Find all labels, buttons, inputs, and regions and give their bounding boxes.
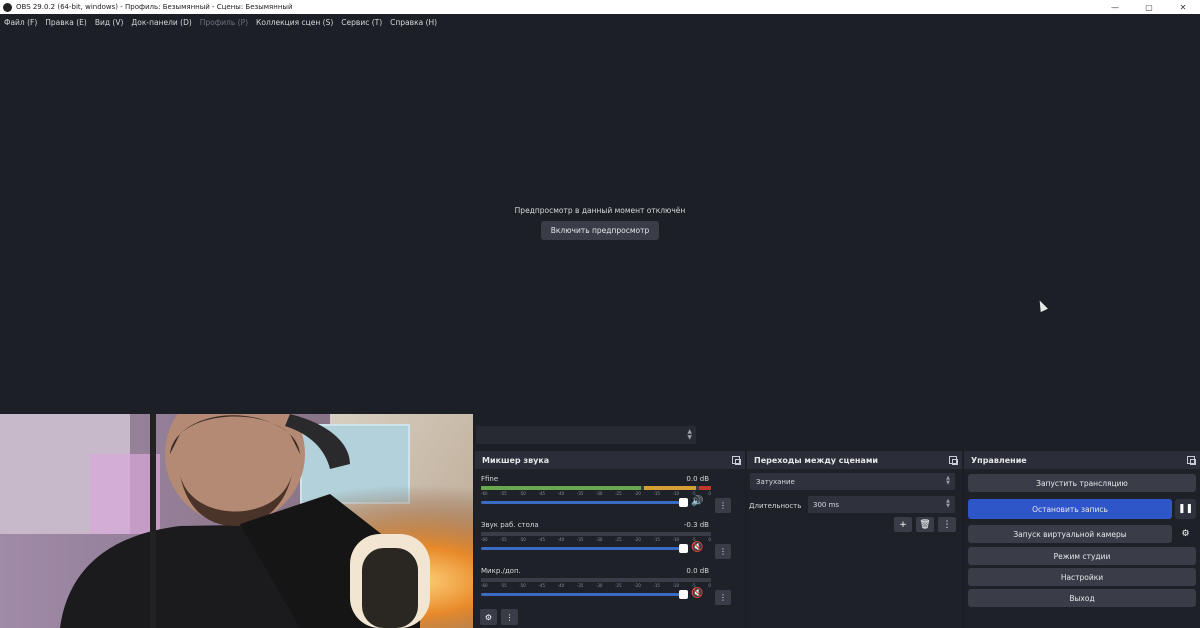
window-titlebar: OBS 29.0.2 (64-bit, windows) - Профиль: … [0,0,1200,14]
window-title: OBS 29.0.2 (64-bit, windows) - Профиль: … [16,3,293,11]
channel-menu-button[interactable]: ⋮ [715,544,731,559]
channel-name: Микр./доп. [481,567,521,575]
enable-preview-button[interactable]: Включить предпросмотр [541,221,659,240]
menu-profile: Профиль (P) [199,17,249,27]
meter-green-segment [481,486,641,490]
menu-scene-collection[interactable]: Коллекция сцен (S) [256,18,333,27]
add-transition-button[interactable]: + [894,517,912,532]
undock-icon[interactable] [732,456,741,465]
duration-label: Длительность [749,502,802,510]
volume-slider[interactable] [481,593,685,596]
channel-menu-button[interactable]: ⋮ [715,498,731,513]
mixer-menu-button[interactable]: ⋮ [501,609,518,625]
volume-meter [481,578,711,582]
controls-title: Управление [971,455,1027,465]
spinner-arrows-icon: ▲ ▼ [946,475,950,486]
scene-transitions-body: Затухание ▲ ▼ Длительность 300 ms ▲ ▼ + 🗑 … [747,469,962,628]
channel-name: Ffine [481,475,499,483]
webcam-overlay [0,414,473,628]
audio-mixer-body: Ffine 0.0 dB -60 -55 -50 -45 -40 -35 -30 -25 -20… [475,469,745,628]
transition-toolbar: + 🗑 ⋮ [894,517,956,532]
scene-select[interactable]: ▲ ▼ [476,426,696,444]
pause-recording-button[interactable]: ❚❚ [1175,499,1196,519]
spinner-arrows-icon: ▲ ▼ [687,428,692,441]
maximize-button[interactable]: ▢ [1132,0,1166,14]
channel-db: 0.0 dB [686,475,709,483]
webcam-image [0,414,473,628]
channel-db: -0.3 dB [683,521,709,529]
stop-recording-button[interactable]: Остановить запись [968,499,1172,519]
gear-icon[interactable]: ⚙ [1175,524,1196,544]
minimize-button[interactable]: — [1098,0,1132,14]
transition-menu-button[interactable]: ⋮ [938,517,956,532]
scene-transitions-title: Переходы между сценами [754,455,878,465]
transition-selected: Затухание [756,477,795,486]
mixer-channel: Ffine 0.0 dB -60 -55 -50 -45 -40 -35 -30 -25 -20… [479,475,737,519]
meter-ticks: -60 -55 -50 -45 -40 -35 -30 -25 -20 -15 -10 -5 0 [481,583,711,588]
mouse-cursor-icon [1036,298,1048,313]
volume-slider-handle[interactable] [679,544,688,553]
channel-menu-button[interactable]: ⋮ [715,590,731,605]
delete-transition-button[interactable]: 🗑 [916,517,934,532]
volume-slider-handle[interactable] [679,590,688,599]
start-streaming-button[interactable]: Запустить трансляцию [968,474,1196,492]
duration-value: 300 ms [813,500,840,509]
advanced-audio-settings-button[interactable]: ⚙ [480,609,497,625]
menu-file[interactable]: Файл (F) [4,18,37,27]
preview-area: Предпросмотр в данный момент отключён Вк… [0,30,1200,422]
window-controls: — ▢ ✕ [1098,0,1200,14]
start-virtual-camera-button[interactable]: Запуск виртуальной камеры [968,525,1172,543]
meter-ticks: -60 -55 -50 -45 -40 -35 -30 -25 -20 -15 -10 -5 0 [481,491,711,496]
audio-mixer-header: Микшер звука [475,451,745,469]
undock-icon[interactable] [1187,456,1196,465]
controls-dock: Управление Запустить трансляцию Останови… [964,451,1200,628]
duration-input[interactable]: 300 ms ▲ ▼ [808,496,955,513]
meter-yellow-segment [644,486,696,490]
meter-ticks: -60 -55 -50 -45 -40 -35 -30 -25 -20 -15 -10 -5 0 [481,537,711,542]
mixer-channel: Микр./доп. 0.0 dB -60 -55 -50 -45 -40 -35 -30-… [479,567,737,611]
close-button[interactable]: ✕ [1166,0,1200,14]
preview-disabled-message: Предпросмотр в данный момент отключён [514,206,686,215]
menu-view[interactable]: Вид (V) [95,18,124,27]
channel-db: 0.0 dB [686,567,709,575]
menu-docks[interactable]: Док-панели (D) [131,18,191,27]
volume-meter [481,486,711,490]
studio-mode-button[interactable]: Режим студии [968,547,1196,565]
channel-name: Звук раб. стола [481,521,539,529]
settings-button[interactable]: Настройки [968,568,1196,586]
spinner-arrows-icon: ▲ ▼ [946,498,950,509]
menu-bar: Файл (F) Правка (E) Вид (V) Док-панели (… [0,14,1200,30]
muted-speaker-icon[interactable]: 🔇 [691,542,705,554]
volume-slider[interactable] [481,547,685,550]
exit-button[interactable]: Выход [968,589,1196,607]
volume-slider-handle[interactable] [679,498,688,507]
speaker-icon[interactable]: 🔊 [691,496,705,508]
meter-red-segment [699,486,711,490]
mixer-channel: Звук раб. стола -0.3 dB -60 -55 -50 -45 -40-… [479,521,737,565]
menu-help[interactable]: Справка (H) [390,18,437,27]
controls-body: Запустить трансляцию Остановить запись ❚… [964,469,1200,628]
undock-icon[interactable] [949,456,958,465]
obs-logo-icon [3,2,12,12]
controls-header: Управление [964,451,1200,469]
volume-meter [481,532,711,536]
muted-speaker-icon[interactable]: 🔇 [691,588,705,600]
audio-mixer-title: Микшер звука [482,455,550,465]
audio-mixer-dock: Микшер звука Ffine 0.0 dB -60 -55 -50 -45 -4… [475,451,745,628]
scene-transitions-dock: Переходы между сценами Затухание ▲ ▼ Длит… [747,451,962,628]
menu-edit[interactable]: Правка (E) [45,18,87,27]
mixer-toolbar: ⚙ ⋮ [480,609,518,625]
volume-slider[interactable] [481,501,685,504]
menu-tools[interactable]: Сервис (T) [341,18,382,27]
scene-transitions-header: Переходы между сценами [747,451,962,469]
transition-select[interactable]: Затухание ▲ ▼ [750,473,955,490]
